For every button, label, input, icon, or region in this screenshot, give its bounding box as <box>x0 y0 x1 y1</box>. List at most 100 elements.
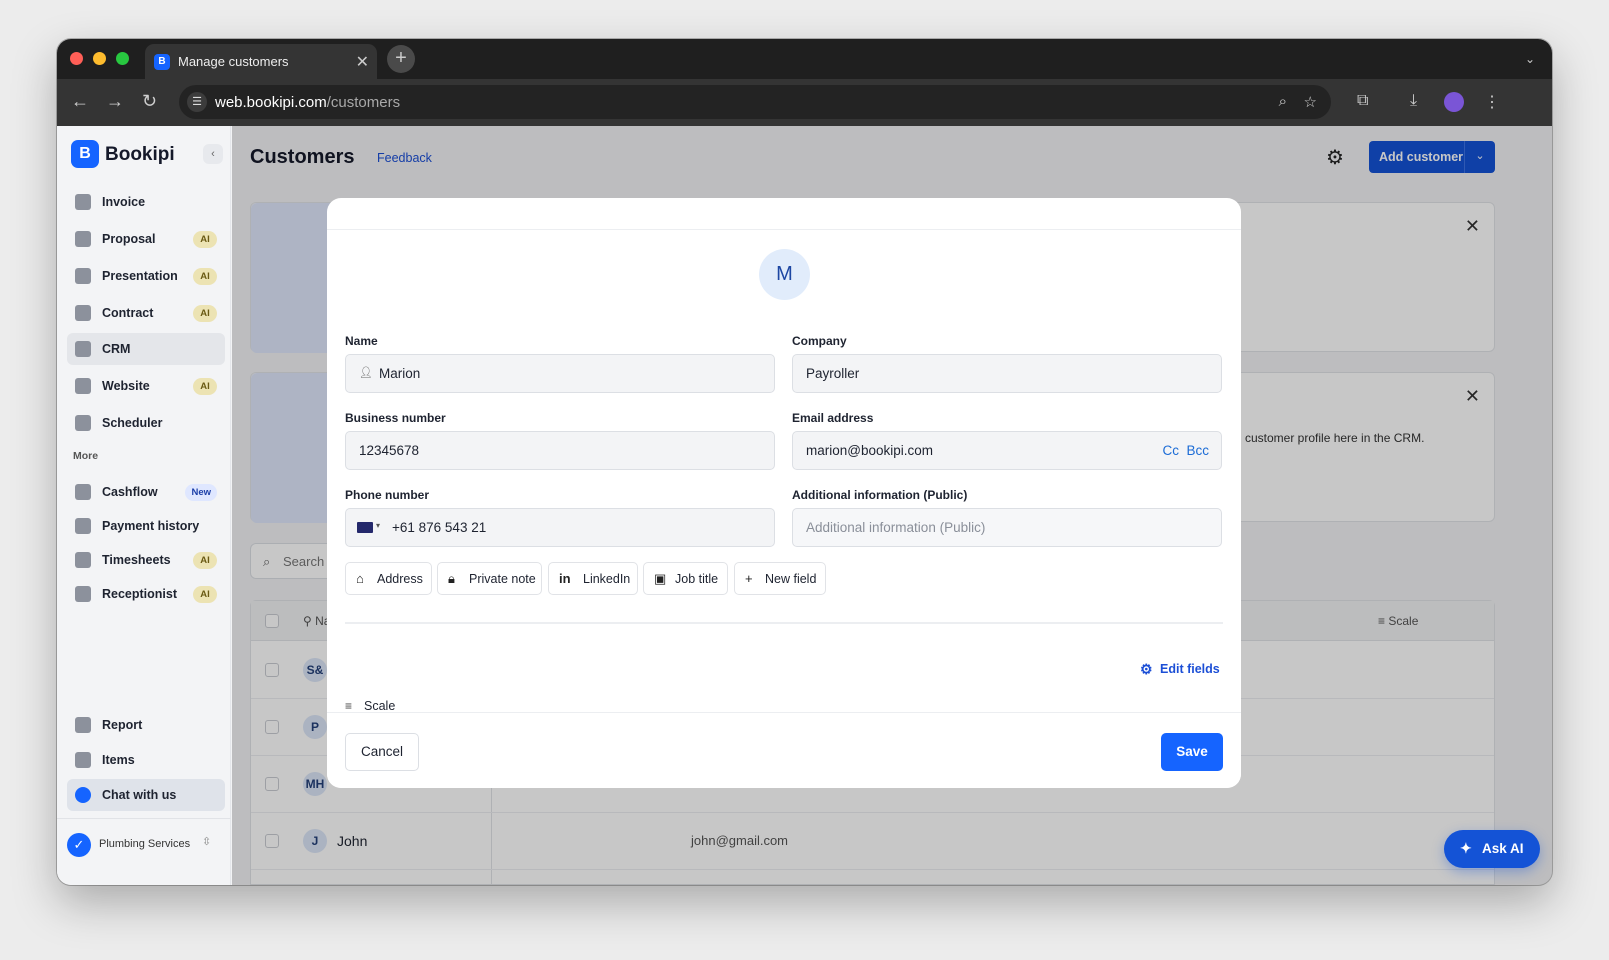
sidebar-item-label: Invoice <box>102 195 146 209</box>
bookmark-star-icon[interactable]: ☆ <box>1304 93 1317 111</box>
house-icon: ⌂ <box>356 571 364 586</box>
lines-icon: ≡ <box>345 699 353 713</box>
sidebar-item-label: Contract <box>102 306 154 320</box>
collapse-sidebar-button[interactable]: ‹ <box>203 144 223 164</box>
additional-info-label: Additional information (Public) <box>792 488 968 502</box>
sidebar-item-label: Payment history <box>102 519 200 533</box>
back-icon[interactable]: ← <box>71 91 89 112</box>
sidebar: B Bookipi ‹ Invoice Proposal AI Presentat… <box>57 126 231 885</box>
chevron-updown-icon: ⇳ <box>202 836 212 848</box>
sidebar-item-invoice[interactable]: Invoice <box>67 186 225 218</box>
save-button[interactable]: Save <box>1161 733 1223 771</box>
more-section-label: More <box>73 450 99 462</box>
bookipi-favicon-icon: B <box>154 54 170 70</box>
cancel-button[interactable]: Cancel <box>345 733 419 771</box>
email-value: marion@bookipi.com <box>806 443 934 458</box>
linkedin-chip-button[interactable]: in LinkedIn <box>548 562 638 595</box>
reload-icon[interactable]: ↻ <box>142 91 157 112</box>
workspace-name: Plumbing Services <box>99 838 191 850</box>
items-icon <box>75 752 91 768</box>
cc-bcc-links[interactable]: Cc Bcc <box>1162 443 1209 458</box>
caret-down-icon[interactable]: ▾ <box>376 521 380 530</box>
job-title-chip-button[interactable]: ▣ Job title <box>643 562 728 595</box>
minimize-window-icon[interactable] <box>93 52 106 65</box>
sidebar-item-report[interactable]: Report <box>67 709 225 741</box>
sidebar-item-label: Receptionist <box>102 587 178 601</box>
brand-name: Bookipi <box>105 144 175 165</box>
sidebar-item-label: Report <box>102 718 143 732</box>
new-field-chip-button[interactable]: + New field <box>734 562 826 595</box>
scheduler-icon <box>75 415 91 431</box>
maximize-window-icon[interactable] <box>116 52 129 65</box>
new-tab-button[interactable]: + <box>387 45 415 73</box>
modal-footer: Cancel Save <box>327 712 1241 788</box>
sidebar-item-label: Chat with us <box>102 788 177 802</box>
private-note-chip-button[interactable]: 🔒︎ Private note <box>437 562 542 595</box>
profile-avatar[interactable] <box>1444 92 1464 112</box>
business-number-label: Business number <box>345 411 446 425</box>
customer-avatar[interactable]: M <box>759 249 810 300</box>
phone-field[interactable]: ▾ +61 876 543 21 <box>345 508 775 547</box>
workspace-check-icon: ✓ <box>67 833 91 857</box>
sidebar-item-chat[interactable]: Chat with us <box>67 779 225 811</box>
tab-bar: B Manage customers ✕ + ⌄ <box>57 39 1552 79</box>
sidebar-item-proposal[interactable]: Proposal AI <box>67 223 225 255</box>
bookipi-logo-icon: B <box>71 140 99 168</box>
sidebar-item-contract[interactable]: Contract AI <box>67 297 225 329</box>
sidebar-item-crm[interactable]: CRM <box>67 333 225 365</box>
ai-badge: AI <box>193 231 217 248</box>
sidebar-item-items[interactable]: Items <box>67 744 225 776</box>
address-chip-button[interactable]: ⌂ Address <box>345 562 432 595</box>
url-host: web.bookipi.com <box>215 94 327 111</box>
browser-tab[interactable]: B Manage customers ✕ <box>145 44 377 79</box>
sidebar-item-label: Cashflow <box>102 485 158 499</box>
linkedin-icon: in <box>559 571 571 586</box>
download-icon[interactable]: ⤓ <box>1410 92 1417 110</box>
chip-label: Private note <box>469 572 536 586</box>
australia-flag-icon[interactable] <box>357 522 373 533</box>
sidebar-item-label: Proposal <box>102 232 156 246</box>
extensions-icon[interactable]: ⧉ <box>1357 92 1368 110</box>
chip-label: Job title <box>675 572 719 586</box>
additional-info-field[interactable]: Additional information (Public) <box>792 508 1222 547</box>
ai-badge: AI <box>193 378 217 395</box>
sidebar-item-label: Scheduler <box>102 416 163 430</box>
invoice-icon <box>75 194 91 210</box>
close-window-icon[interactable] <box>70 52 83 65</box>
sidebar-item-payment-history[interactable]: Payment history <box>67 510 225 542</box>
plus-icon: + <box>745 571 753 586</box>
sidebar-item-label: Timesheets <box>102 553 171 567</box>
sidebar-item-website[interactable]: Website AI <box>67 370 225 402</box>
site-settings-icon[interactable]: ☰ <box>187 92 207 112</box>
close-tab-icon[interactable]: ✕ <box>356 52 369 72</box>
business-number-field[interactable]: 12345678 <box>345 431 775 470</box>
sidebar-item-receptionist[interactable]: Receptionist AI <box>67 578 225 610</box>
customer-modal: M Name 👤︎ Marion Company Payroller Busine… <box>327 198 1241 788</box>
edit-fields-label: Edit fields <box>1160 662 1220 676</box>
sidebar-item-cashflow[interactable]: Cashflow New <box>67 476 225 508</box>
chip-label: LinkedIn <box>583 572 631 586</box>
email-field[interactable]: marion@bookipi.com Cc Bcc <box>792 431 1222 470</box>
phone-label: Phone number <box>345 488 430 502</box>
chat-icon <box>75 787 91 803</box>
company-field[interactable]: Payroller <box>792 354 1222 393</box>
sparkle-icon: ✦ <box>1460 840 1472 856</box>
ask-ai-button[interactable]: ✦ Ask AI <box>1444 830 1540 868</box>
presentation-icon <box>75 268 91 284</box>
browser-menu-icon[interactable]: ⋮ <box>1484 92 1500 112</box>
url-text[interactable]: web.bookipi.com/customers <box>215 94 400 111</box>
sidebar-item-presentation[interactable]: Presentation AI <box>67 260 225 292</box>
workspace-switcher[interactable]: ✓ Plumbing Services ⇳ <box>57 818 231 885</box>
phone-value: +61 876 543 21 <box>392 520 487 535</box>
sidebar-item-timesheets[interactable]: Timesheets AI <box>67 544 225 576</box>
sidebar-item-scheduler[interactable]: Scheduler <box>67 407 225 439</box>
additional-info-placeholder: Additional information (Public) <box>806 520 986 535</box>
address-bar[interactable]: ☰ web.bookipi.com/customers ⌕ ☆ <box>179 85 1331 119</box>
ai-badge: AI <box>193 552 217 569</box>
scale-label: Scale <box>364 699 396 713</box>
forward-icon[interactable]: → <box>106 91 124 112</box>
tab-search-icon[interactable]: ⌄ <box>1518 47 1542 71</box>
zoom-icon[interactable]: ⌕ <box>1279 93 1287 110</box>
name-field[interactable]: 👤︎ Marion <box>345 354 775 393</box>
sidebar-item-label: CRM <box>102 342 131 356</box>
